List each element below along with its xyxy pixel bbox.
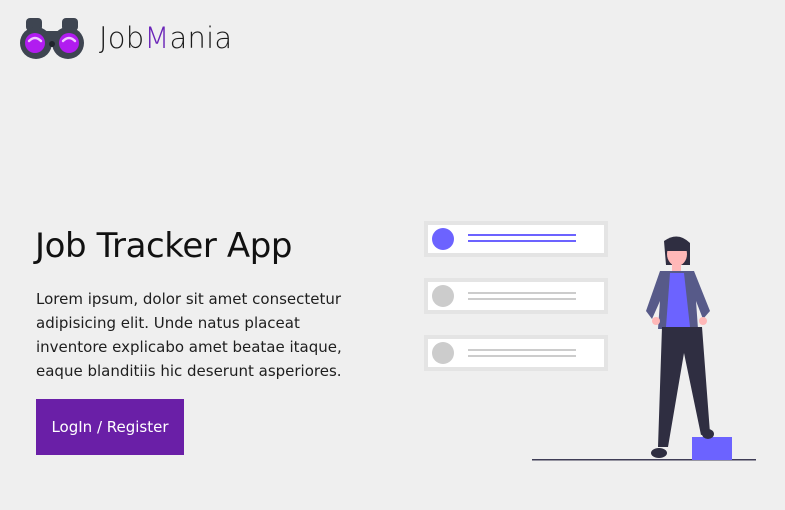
checklist-card — [424, 278, 608, 314]
binoculars-icon — [20, 18, 84, 59]
person-checklist-illustration — [424, 221, 756, 461]
person-figure — [646, 236, 714, 458]
brand-prefix: Job — [99, 20, 145, 55]
checklist-card-active — [424, 221, 608, 257]
brand-accent-letter: M — [144, 20, 170, 55]
landing-page: JobMania Job Tracker App Lorem ipsum, do… — [0, 0, 785, 510]
hero-description: Lorem ipsum, dolor sit amet consectetur … — [36, 290, 342, 380]
brand-suffix: ania — [169, 20, 233, 55]
login-register-button[interactable]: LogIn / Register — [36, 399, 184, 455]
checklist-card — [424, 335, 608, 371]
logo[interactable]: JobMania — [19, 16, 232, 60]
hero-title: Job Tracker App — [35, 226, 293, 266]
brand-name: JobMania — [99, 20, 233, 55]
